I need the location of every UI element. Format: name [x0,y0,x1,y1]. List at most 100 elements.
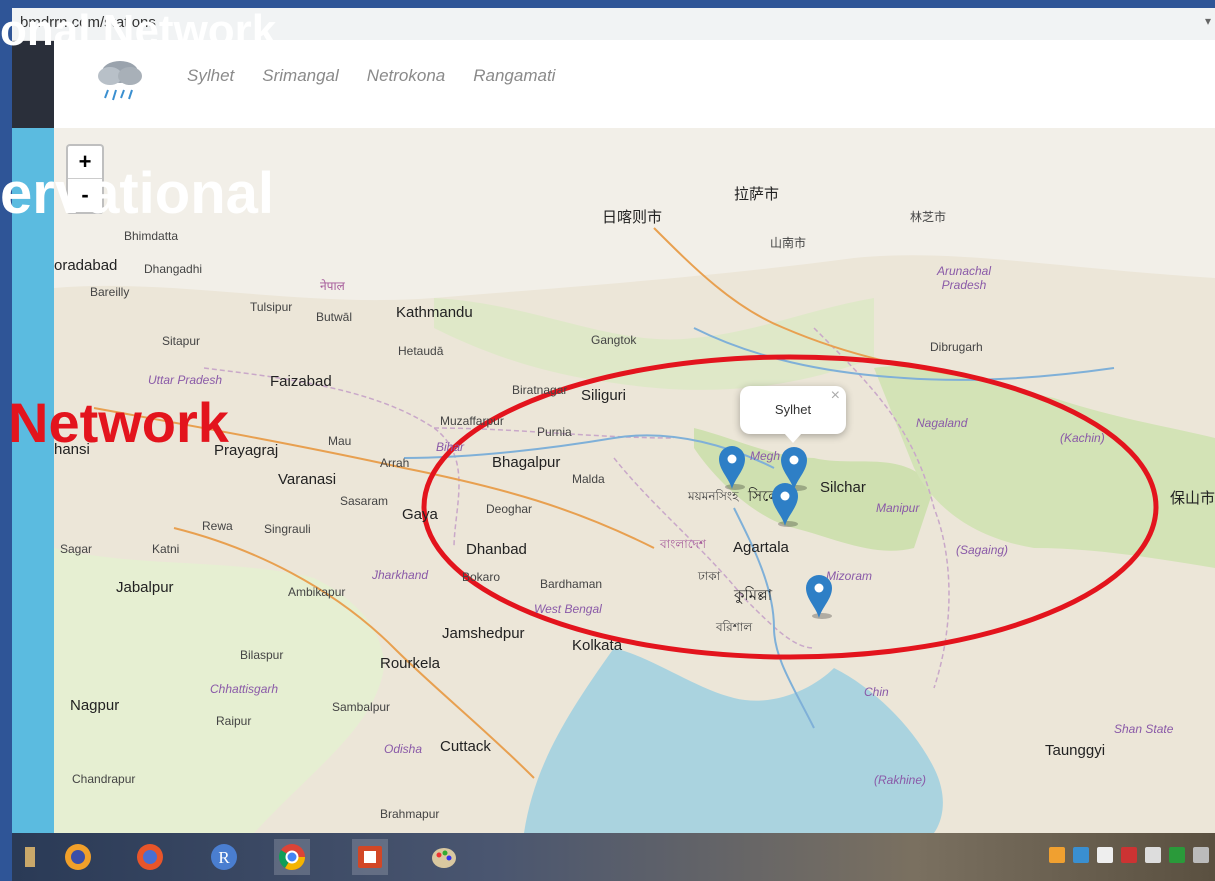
region-label: Bihar [436,440,465,454]
map-label: Agartala [733,539,789,556]
map-label: বাংলাদেশ [660,537,706,551]
map-label: Ambikapur [288,585,346,599]
map-label: Brahmapur [380,807,440,821]
region-label: Shan State [1114,722,1174,736]
map-label: কুমিল্লা [734,587,773,604]
nav-item-netrokona[interactable]: Netrokona [367,66,445,86]
region-label: (Sagaing) [956,543,1009,557]
region-label: Uttar Pradesh [148,373,223,387]
map-label: Gaya [402,506,438,523]
slide-title-fragment: ervational [0,161,274,226]
map-label: Malda [572,472,605,486]
map-label: oradabad [54,257,118,274]
map-label: Dibrugarh [930,340,983,354]
tray-icon[interactable] [1121,847,1137,863]
map-label: Cuttack [440,738,491,755]
station-nav: Sylhet Srimangal Netrokona Rangamati [187,66,555,86]
region-label: Manipur [876,501,920,515]
region-label: West Bengal [534,602,602,616]
tray-icon[interactable] [1169,847,1185,863]
map-label: Dhanbad [466,541,527,558]
tray-icon[interactable] [1097,847,1113,863]
region-label: (Kachin) [1060,431,1105,445]
map-label: বরিশাল [716,620,753,634]
station-popup: × Sylhet [740,386,846,443]
station-map[interactable]: + - Kathmandu Gangtok Siliguri Dibrugarh… [54,128,1215,833]
battery-icon[interactable] [1193,847,1209,863]
map-label: Chandrapur [72,772,136,786]
map-label: Silchar [820,479,866,496]
region-label: Chhattisgarh [210,682,279,696]
region-label: Chin [864,685,889,699]
map-label: ঢাকা [698,569,721,583]
map-label: Siliguri [581,387,627,404]
region-label: Jharkhand [372,568,429,582]
map-label: Biratnagar [512,383,568,397]
signal-icon[interactable] [1145,847,1161,863]
slide-heading-network: Network [8,391,229,454]
powerpoint-icon[interactable] [352,839,388,875]
start-icon[interactable] [12,839,48,875]
nav-item-srimangal[interactable]: Srimangal [262,66,339,86]
map-label: Gangtok [591,333,637,347]
map-label: Faizabad [270,373,332,390]
region-label: Odisha [384,742,423,756]
map-label: Mau [328,434,352,448]
map-label: 保山市 [1170,490,1215,507]
map-label: Sagar [60,542,93,556]
map-label: Hetaudā [398,344,444,358]
region-label: Nagaland [916,416,968,430]
popup-tip [784,433,802,443]
map-label: Bhimdatta [124,229,179,243]
map-label: Taunggyi [1045,742,1106,759]
paint-icon[interactable] [426,839,462,875]
station-marker[interactable] [804,573,834,619]
map-label: ময়মনসিংহ [688,489,739,503]
map-label: Bhagalpur [492,454,561,471]
chevron-down-icon[interactable]: ▾ [1205,14,1211,28]
rain-cloud-icon [98,61,142,101]
map-label: Dhangadhi [144,262,203,276]
map-label: Sasaram [340,494,389,508]
map-label: Bardhaman [540,577,603,591]
map-label: Singrauli [264,522,311,536]
map-label: Rewa [202,519,233,533]
map-label: 山南市 [770,236,807,250]
tray-icon[interactable] [1049,847,1065,863]
map-label: Bokaro [462,570,501,584]
system-tray [1049,847,1209,863]
station-marker[interactable] [717,444,747,490]
map-label: Kolkata [572,637,623,654]
map-label: 林芝市 [910,210,947,224]
map-label: 拉萨市 [734,186,780,203]
map-label: Butwāl [316,310,353,324]
tray-icon[interactable] [1073,847,1089,863]
windows-taskbar: R [12,833,1215,881]
map-label: Katni [152,542,180,556]
map-label: Sitapur [162,334,201,348]
map-label: Bilaspur [240,648,284,662]
map-label: Varanasi [278,471,337,488]
map-label: Deoghar [486,502,533,516]
nav-item-rangamati[interactable]: Rangamati [473,66,555,86]
station-marker[interactable] [770,481,800,527]
map-label: Nagpur [70,697,120,714]
region-label: Arunachal Pradesh [936,264,992,292]
browser-icon[interactable] [132,839,168,875]
map-label: Bareilly [90,285,130,299]
chrome-icon[interactable] [274,839,310,875]
nav-item-sylhet[interactable]: Sylhet [187,66,234,86]
map-label: Kathmandu [396,304,473,321]
map-label: Arrah [380,456,410,470]
map-label: 日喀则市 [602,209,663,226]
slide-title-fragment: onal Network [0,6,277,55]
map-label: Sambalpur [332,700,391,714]
map-label: Rourkela [380,655,441,672]
popup-text: Sylhet [774,402,812,417]
browser-icon[interactable] [60,839,96,875]
map-label: Raipur [216,714,252,728]
svg-text:R: R [218,848,230,867]
map-label: Jabalpur [116,579,174,596]
map-label: Tulsipur [250,300,293,314]
r-app-icon[interactable]: R [206,839,242,875]
